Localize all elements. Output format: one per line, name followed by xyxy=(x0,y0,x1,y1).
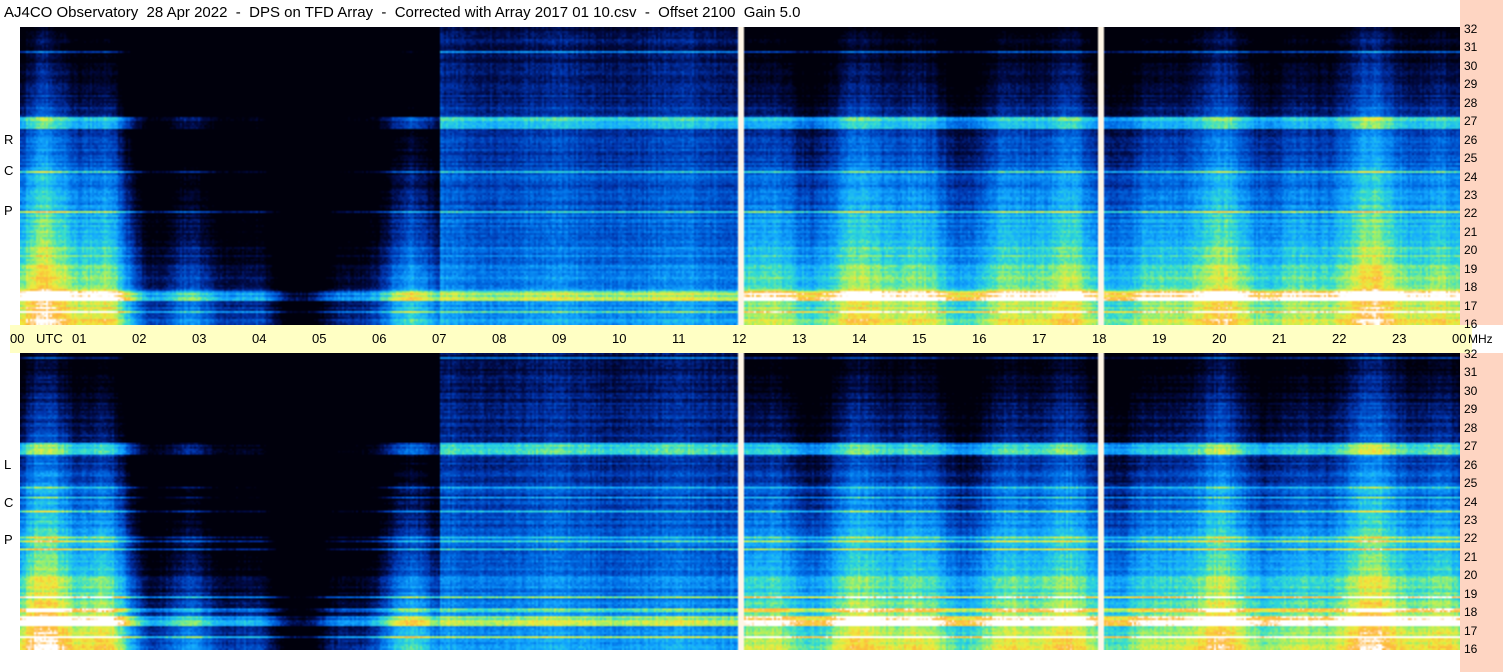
time-tick-label: 15 xyxy=(912,331,927,346)
frequency-tick-label: 29 xyxy=(1464,77,1478,92)
frequency-tick-label: 32 xyxy=(1464,22,1478,36)
frequency-tick-label: 24 xyxy=(1464,169,1478,184)
frequency-tick-label: 28 xyxy=(1464,95,1478,110)
frequency-tick-label: 26 xyxy=(1464,132,1478,147)
top-panel-label-c: C xyxy=(4,163,14,178)
bottom-panel-label-l: L xyxy=(4,457,12,472)
frequency-tick-label: 27 xyxy=(1464,439,1478,454)
frequency-tick-label: 23 xyxy=(1464,187,1478,202)
time-tick-label: 09 xyxy=(552,331,567,346)
frequency-tick-label: 22 xyxy=(1464,531,1478,546)
frequency-tick-label: 31 xyxy=(1464,40,1478,55)
frequency-tick-label: 25 xyxy=(1464,476,1478,491)
time-tick-label: 02 xyxy=(132,331,147,346)
top-panel-label-r: R xyxy=(4,132,14,147)
frequency-tick-label: 26 xyxy=(1464,457,1478,472)
time-tick-label: 19 xyxy=(1152,331,1167,346)
frequency-tick-label: 21 xyxy=(1464,224,1478,239)
time-tick-label: 08 xyxy=(492,331,507,346)
frequency-tick-label: 29 xyxy=(1464,402,1478,417)
time-tick-label: 06 xyxy=(372,331,387,346)
time-tick-label: 18 xyxy=(1092,331,1107,346)
time-tick-label: 21 xyxy=(1272,331,1287,346)
frequency-tick-label: 17 xyxy=(1464,623,1478,638)
utc-label: UTC xyxy=(36,331,63,346)
frequency-tick-label: 16 xyxy=(1464,317,1478,331)
frequency-tick-label: 23 xyxy=(1464,512,1478,527)
frequency-tick-label: 20 xyxy=(1464,568,1478,583)
frequency-tick-label: 20 xyxy=(1464,243,1478,258)
chart-title: AJ4CO Observatory 28 Apr 2022 - DPS on T… xyxy=(4,4,801,21)
time-tick-label: 22 xyxy=(1332,331,1347,346)
top-panel-label-p: P xyxy=(4,203,13,218)
frequency-tick-label: 25 xyxy=(1464,151,1478,166)
time-tick-label: 01 xyxy=(72,331,87,346)
time-tick-label: 23 xyxy=(1392,331,1407,346)
bottom-panel-label-c: C xyxy=(4,495,14,510)
frequency-axis-bottom: 32 31 30 29 28 27 26 25 24 23 22 21 20 19 18 17 16 xyxy=(1460,348,1503,672)
frequency-tick-label: 22 xyxy=(1464,206,1478,221)
bottom-panel-label-p: P xyxy=(4,532,13,547)
frequency-tick-label: 27 xyxy=(1464,114,1478,129)
time-tick-label: 03 xyxy=(192,331,207,346)
frequency-tick-label: 18 xyxy=(1464,280,1478,295)
time-tick-label: 13 xyxy=(792,331,807,346)
time-tick-label: 17 xyxy=(1032,331,1047,346)
time-tick-label: 16 xyxy=(972,331,987,346)
frequency-tick-label: 31 xyxy=(1464,365,1478,380)
spectrogram-rcp xyxy=(20,27,1460,325)
time-tick-label: 14 xyxy=(852,331,867,346)
frequency-tick-label: 30 xyxy=(1464,58,1478,73)
time-tick-label: 05 xyxy=(312,331,327,346)
spectrogram-lcp-canvas xyxy=(20,353,1460,650)
spectrogram-rcp-canvas xyxy=(20,27,1460,325)
time-tick-label: 04 xyxy=(252,331,267,346)
time-tick-label: 20 xyxy=(1212,331,1227,346)
frequency-tick-label: 28 xyxy=(1464,420,1478,435)
frequency-tick-label: 19 xyxy=(1464,586,1478,601)
frequency-tick-label: 17 xyxy=(1464,298,1478,313)
frequency-tick-label: 19 xyxy=(1464,261,1478,276)
time-tick-label: 10 xyxy=(612,331,627,346)
frequency-tick-label: 30 xyxy=(1464,383,1478,398)
time-tick-label: 07 xyxy=(432,331,447,346)
frequency-tick-label: 24 xyxy=(1464,494,1478,509)
time-tick-label: 12 xyxy=(732,331,747,346)
frequency-tick-label: 32 xyxy=(1464,347,1478,361)
frequency-tick-label: 21 xyxy=(1464,549,1478,564)
bottom-margin xyxy=(0,650,1460,672)
frequency-tick-label: 18 xyxy=(1464,605,1478,620)
time-tick-label: 00 xyxy=(10,331,25,346)
frequency-tick-label: 16 xyxy=(1464,642,1478,656)
frequency-axis-top: 32 31 30 29 28 27 26 25 24 23 22 21 20 19 18 17 16 xyxy=(1460,0,1503,330)
time-axis: 00 01 02 03 04 05 06 07 08 09 10 11 12 13 14 15 16 17 18 19… xyxy=(10,325,1493,353)
spectrogram-lcp xyxy=(20,353,1460,650)
time-tick-label: 11 xyxy=(672,331,686,346)
